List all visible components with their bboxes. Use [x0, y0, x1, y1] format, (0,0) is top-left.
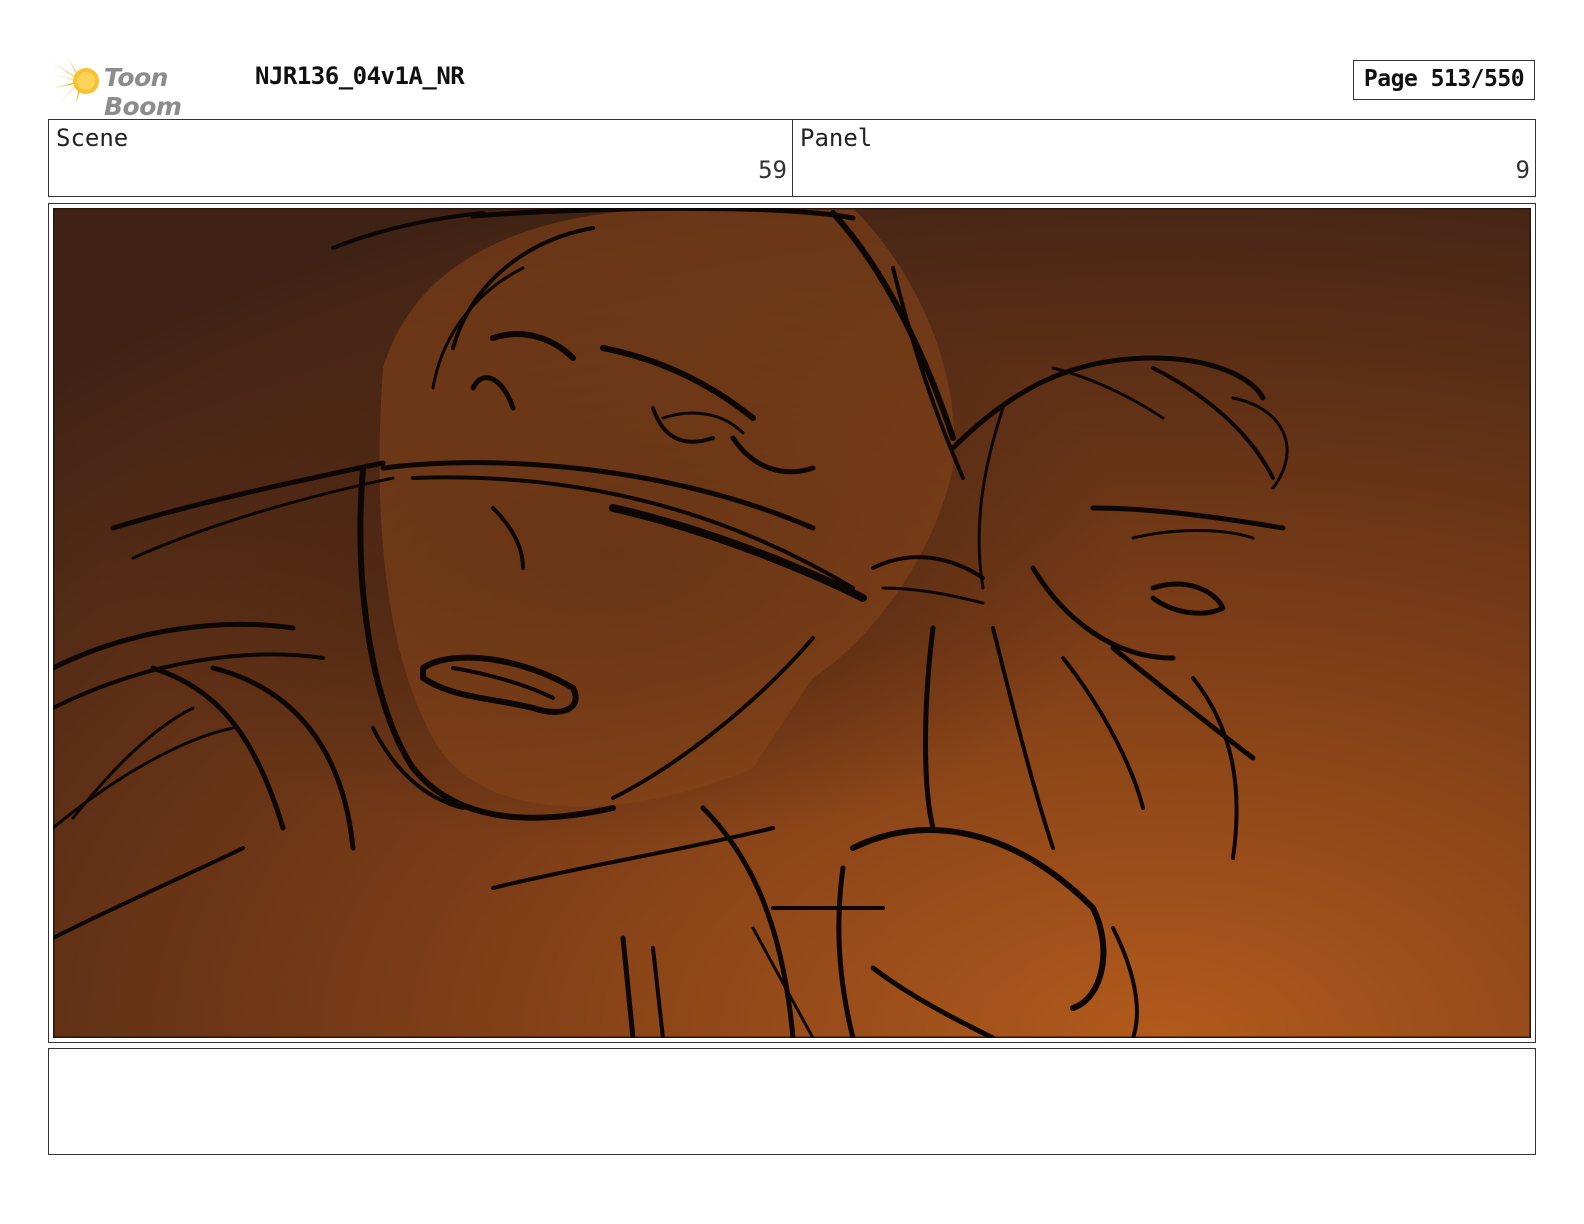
sunburst-icon — [50, 58, 99, 104]
scene-cell: Scene 59 — [49, 120, 793, 196]
scene-label: Scene — [56, 124, 129, 152]
scene-number: 59 — [758, 156, 787, 184]
project-title: NJR136_04v1A_NR — [255, 62, 465, 90]
scene-panel-table: Scene 59 Panel 9 — [48, 119, 1536, 197]
panel-label: Panel — [800, 124, 873, 152]
notes-box — [48, 1048, 1536, 1155]
panel-cell: Panel 9 — [793, 120, 1535, 196]
page-counter: Page 513/550 — [1353, 60, 1535, 100]
brand-name: Toon Boom — [104, 63, 182, 121]
panel-number: 9 — [1515, 156, 1530, 184]
storyboard-sketch — [53, 208, 1531, 1038]
toon-boom-logo: Toon Boom — [50, 56, 240, 121]
storyboard-frame — [48, 203, 1536, 1043]
